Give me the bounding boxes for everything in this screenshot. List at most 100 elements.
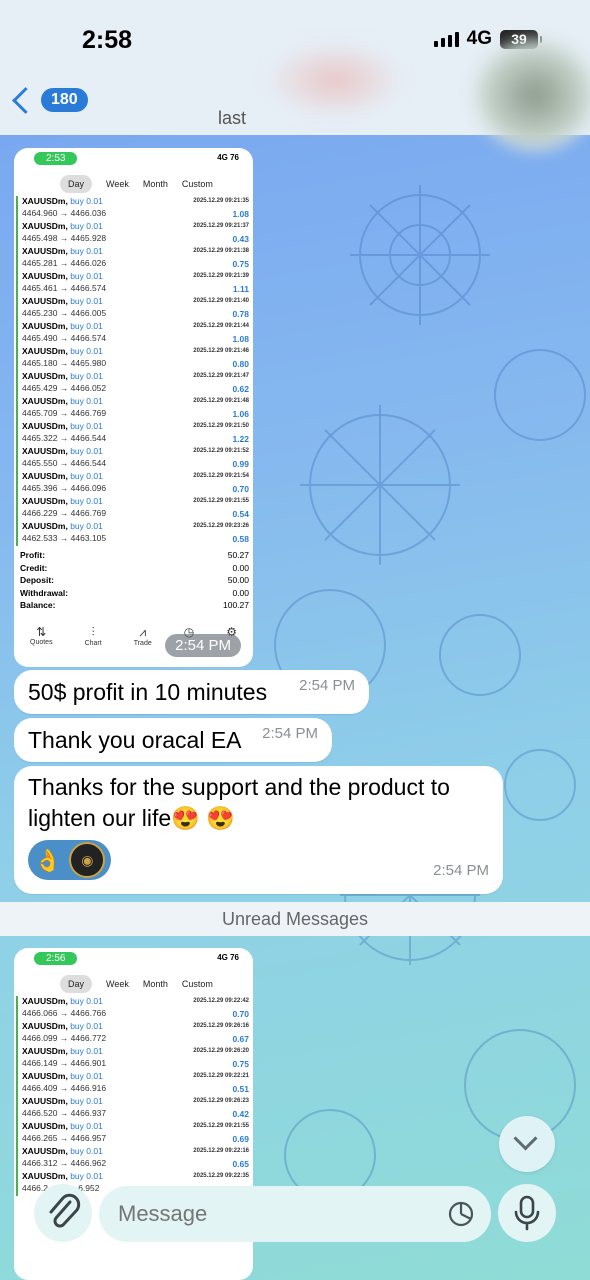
- trade-prices: 4466.229 → 4466.769: [22, 508, 107, 518]
- trade-date: 2025.12.29 09:21:54: [193, 473, 249, 479]
- trade-row: XAUUSDm, buy 0.01 2025.12.29 09:21:39 4465…: [16, 271, 253, 296]
- attach-button[interactable]: [34, 1184, 92, 1242]
- trade-prices: 4462.533 → 4463.105: [22, 533, 107, 543]
- trade-side: buy 0.01: [70, 271, 103, 281]
- tab-custom: Custom: [181, 979, 213, 989]
- message-time: 2:54 PM: [262, 725, 318, 742]
- trade-side: buy 0.01: [70, 296, 103, 306]
- trade-symbol: XAUUSDm,: [22, 496, 68, 506]
- trade-side: buy 0.01: [70, 1021, 103, 1031]
- message-field[interactable]: [99, 1186, 491, 1242]
- trade-date: 2025.12.29 09:26:16: [193, 1023, 249, 1029]
- trade-prices: 4466.149 → 4466.901: [22, 1058, 107, 1068]
- back-button[interactable]: 180: [10, 86, 88, 114]
- message-input[interactable]: [116, 1200, 420, 1228]
- trade-profit: 1.06: [232, 409, 249, 419]
- trade-profit: 0.70: [232, 1009, 249, 1019]
- trade-side: buy 0.01: [70, 1046, 103, 1056]
- message-bubble[interactable]: Thank you oracal EA 2:54 PM: [14, 718, 332, 762]
- message-text: Thank you oracal EA: [28, 727, 242, 753]
- trade-symbol: XAUUSDm,: [22, 1071, 68, 1081]
- trade-side: buy 0.01: [70, 1096, 103, 1106]
- blurred-region: [265, 40, 405, 120]
- trade-symbol: XAUUSDm,: [22, 421, 68, 431]
- phone-status-time: 2:53: [34, 152, 78, 165]
- sticker-icon[interactable]: [447, 1200, 475, 1228]
- trade-row: XAUUSDm, buy 0.01 2025.12.29 09:21:38 4465…: [16, 246, 253, 271]
- trade-symbol: XAUUSDm,: [22, 1046, 68, 1056]
- trade-prices: 4465.709 → 4466.769: [22, 408, 107, 418]
- trade-symbol: XAUUSDm,: [22, 221, 68, 231]
- trade-date: 2025.12.29 09:21:46: [193, 348, 249, 354]
- trade-profit: 0.78: [232, 309, 249, 319]
- trade-date: 2025.12.29 09:21:48: [193, 398, 249, 404]
- trade-prices: 4466.099 → 4466.772: [22, 1033, 107, 1043]
- trade-side: buy 0.01: [70, 1121, 103, 1131]
- trade-symbol: XAUUSDm,: [22, 346, 68, 356]
- trade-row: XAUUSDm, buy 0.01 2025.12.29 09:21:47 4465…: [16, 371, 253, 396]
- trade-row: XAUUSDm, buy 0.01 2025.12.29 09:21:37 4465…: [16, 221, 253, 246]
- signal-icon: [433, 31, 459, 47]
- trade-row: XAUUSDm, buy 0.01 2025.12.29 09:26:16 4466…: [16, 1021, 253, 1046]
- trade-date: 2025.12.29 09:22:16: [193, 1148, 249, 1154]
- trade-prices: 4465.498 → 4465.928: [22, 233, 107, 243]
- scroll-down-button[interactable]: [499, 1116, 555, 1172]
- trade-row: XAUUSDm, buy 0.01 2025.12.29 09:21:55 4466…: [16, 1121, 253, 1146]
- chat-avatar[interactable]: [475, 40, 590, 150]
- chat-title[interactable]: last: [218, 108, 246, 129]
- trade-row: XAUUSDm, buy 0.01 2025.12.29 09:21:40 4465…: [16, 296, 253, 321]
- trade-profit: 0.69: [232, 1134, 249, 1144]
- trade-profit: 0.65: [232, 1159, 249, 1169]
- trade-row: XAUUSDm, buy 0.01 2025.12.29 09:21:48 4465…: [16, 396, 253, 421]
- unread-count-badge: 180: [41, 88, 88, 112]
- trade-symbol: XAUUSDm,: [22, 371, 68, 381]
- trade-date: 2025.12.29 09:22:35: [193, 1173, 249, 1179]
- chevron-left-icon: [12, 86, 39, 114]
- trade-row: XAUUSDm, buy 0.01 2025.12.29 09:21:35 4464…: [16, 196, 253, 221]
- trade-symbol: XAUUSDm,: [22, 321, 68, 331]
- trade-date: 2025.12.29 09:22:42: [193, 998, 249, 1004]
- trade-prices: 4464.960 → 4466.036: [22, 208, 107, 218]
- phone-status-time: 2:56: [34, 952, 78, 965]
- trade-date: 2025.12.29 09:26:20: [193, 1048, 249, 1054]
- reactions[interactable]: 👌 ◉: [28, 840, 112, 880]
- trade-profit: 1.08: [232, 209, 249, 219]
- period-tabs: Day Week Month Custom: [14, 970, 253, 996]
- trade-row: XAUUSDm, buy 0.01 2025.12.29 09:23:26 4462…: [16, 521, 253, 546]
- trade-profit: 0.62: [232, 384, 249, 394]
- account-summary: Profit: 50.27 Credit: 0.00 Deposit: 50.00 W…: [20, 550, 249, 610]
- message-text: Thanks for the support and the product t…: [28, 774, 450, 831]
- trade-side: buy 0.01: [70, 446, 103, 456]
- nav-trade: ⩘ Trade: [133, 624, 152, 647]
- trade-prices: 4465.230 → 4466.005: [22, 308, 107, 318]
- tab-week: Week: [106, 979, 129, 989]
- trade-symbol: XAUUSDm,: [22, 1121, 68, 1131]
- trade-profit: 0.70: [232, 484, 249, 494]
- trade-row: XAUUSDm, buy 0.01 2025.12.29 09:21:44 4465…: [16, 321, 253, 346]
- trade-profit: 0.67: [232, 1034, 249, 1044]
- trade-symbol: XAUUSDm,: [22, 246, 68, 256]
- tab-custom: Custom: [181, 179, 213, 189]
- trade-profit: 1.11: [232, 284, 249, 294]
- trade-date: 2025.12.29 09:21:38: [193, 248, 249, 254]
- trade-side: buy 0.01: [70, 1146, 103, 1156]
- trade-row: XAUUSDm, buy 0.01 2025.12.29 09:22:16 4466…: [16, 1146, 253, 1171]
- trade-row: XAUUSDm, buy 0.01 2025.12.29 09:22:21 4466…: [16, 1071, 253, 1096]
- voice-message-button[interactable]: [498, 1184, 556, 1242]
- trade-profit: 1.08: [232, 334, 249, 344]
- message-bubble[interactable]: Thanks for the support and the product t…: [14, 766, 503, 894]
- status-time: 2:58: [82, 26, 133, 54]
- trade-profit: 0.99: [232, 459, 249, 469]
- trade-row: XAUUSDm, buy 0.01 2025.12.29 09:21:54 4465…: [16, 471, 253, 496]
- message-time: 2:54 PM: [299, 677, 355, 694]
- screenshot-message[interactable]: 2:53 4G 76 Day Week Month Custom XAUUSDm…: [14, 148, 253, 667]
- trade-date: 2025.12.29 09:22:21: [193, 1073, 249, 1079]
- microphone-icon: [514, 1195, 540, 1231]
- message-bubble[interactable]: 50$ profit in 10 minutes 2:54 PM: [14, 670, 369, 714]
- trade-row: XAUUSDm, buy 0.01 2025.12.29 09:21:50 4465…: [16, 421, 253, 446]
- trade-row: XAUUSDm, buy 0.01 2025.12.29 09:26:20 4466…: [16, 1046, 253, 1071]
- trade-icon: ⩘: [139, 624, 147, 639]
- phone-status-signal: 4G 76: [217, 153, 239, 162]
- trade-profit: 0.51: [232, 1084, 249, 1094]
- tab-month: Month: [142, 179, 168, 189]
